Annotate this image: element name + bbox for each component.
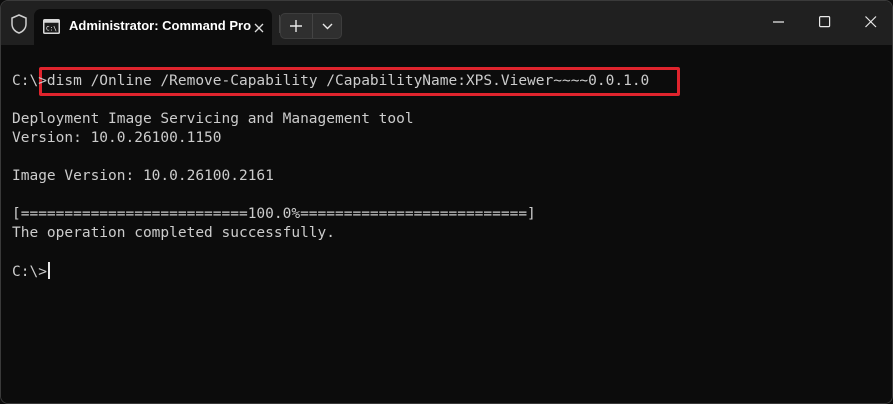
output-line: Deployment Image Servicing and Managemen… <box>12 111 414 127</box>
command-prompt: C:\> <box>12 73 47 89</box>
terminal-window: C:\ Administrator: Command Pro C:\>dism … <box>0 0 893 404</box>
final-prompt-line[interactable]: C:\> <box>12 262 50 281</box>
close-icon <box>865 16 877 28</box>
tab-dropdown-button[interactable] <box>312 14 342 38</box>
new-tab-group <box>280 13 342 39</box>
tab-title: Administrator: Command Pro <box>69 18 252 33</box>
output-line: Image Version: 10.0.26100.2161 <box>12 168 274 184</box>
command-prompt-icon: C:\ <box>43 19 60 34</box>
minimize-icon <box>773 21 784 23</box>
maximize-button[interactable] <box>802 1 848 45</box>
shield-icon <box>9 13 29 35</box>
output-line: The operation completed successfully. <box>12 225 336 241</box>
command-line: C:\>dism /Online /Remove-Capability /Cap… <box>12 72 649 91</box>
tab-close-icon[interactable] <box>252 20 266 34</box>
minimize-button[interactable] <box>756 1 802 45</box>
command-text: dism /Online /Remove-Capability /Capabil… <box>46 73 650 89</box>
final-prompt: C:\> <box>12 264 47 280</box>
new-tab-button[interactable] <box>281 14 311 38</box>
text-cursor <box>47 262 50 279</box>
maximize-icon <box>819 16 831 28</box>
svg-text:C:\: C:\ <box>46 26 57 33</box>
terminal-output-area[interactable]: C:\>dism /Online /Remove-Capability /Cap… <box>1 45 892 403</box>
close-button[interactable] <box>848 1 892 45</box>
output-line: Version: 10.0.26100.1150 <box>12 130 222 146</box>
title-bar[interactable]: C:\ Administrator: Command Pro <box>1 1 892 45</box>
chevron-down-icon <box>322 23 333 30</box>
tab-command-prompt[interactable]: C:\ Administrator: Command Pro <box>34 9 272 45</box>
progress-line: [==========================100.0%=======… <box>12 206 536 222</box>
